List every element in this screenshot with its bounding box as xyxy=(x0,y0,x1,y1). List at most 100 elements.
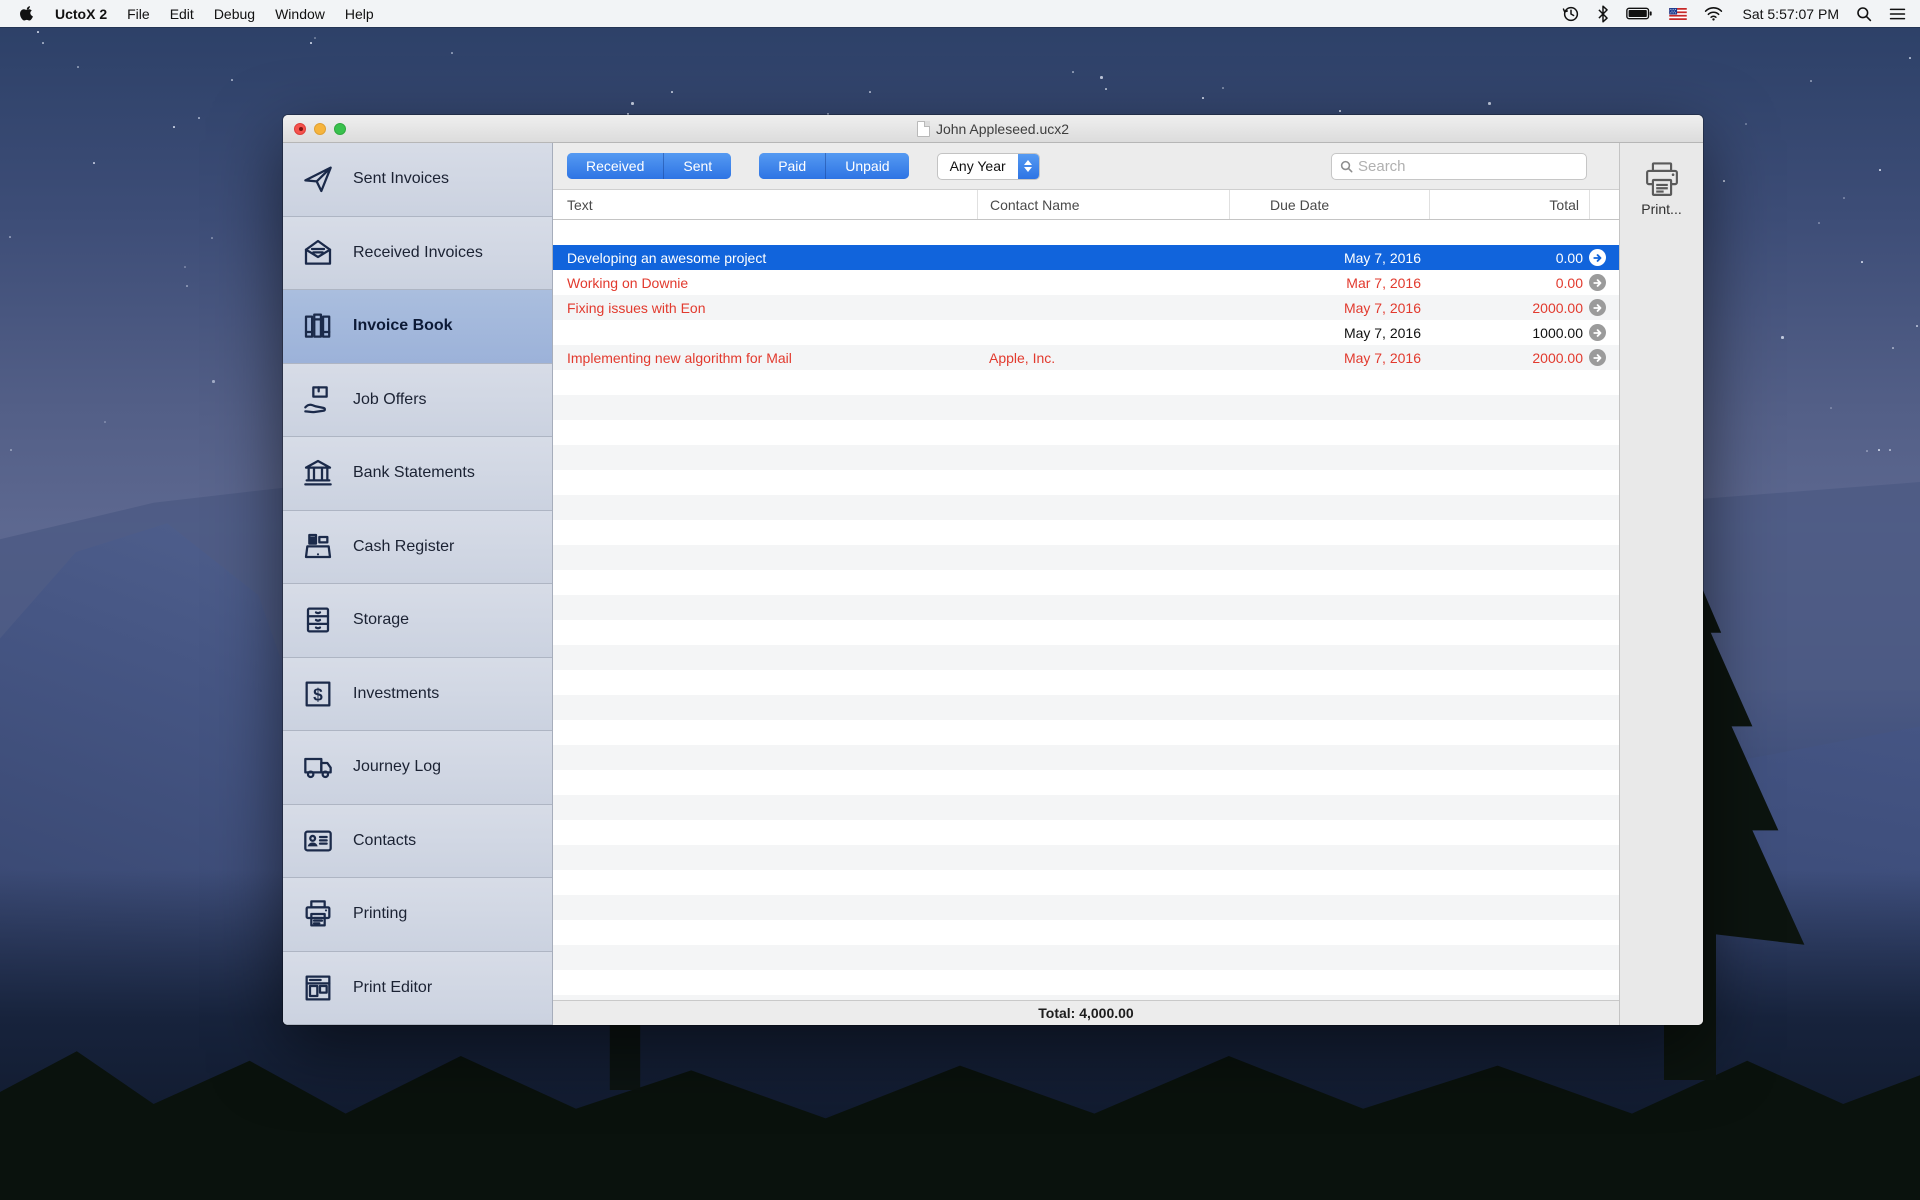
empty-list-row xyxy=(553,745,1619,770)
empty-list-row xyxy=(553,620,1619,645)
year-filter-dropdown[interactable]: Any Year xyxy=(937,153,1040,180)
empty-list-row xyxy=(553,970,1619,995)
empty-list-row xyxy=(553,895,1619,920)
sidebar-item-print-editor[interactable]: Print Editor xyxy=(283,952,552,1026)
sidebar-item-bank-statements[interactable]: Bank Statements xyxy=(283,437,552,511)
sidebar-item-sent-invoices[interactable]: Sent Invoices xyxy=(283,143,552,217)
invoice-row[interactable]: Implementing new algorithm for Mail Apple… xyxy=(553,345,1619,370)
empty-list-row xyxy=(553,570,1619,595)
print-button[interactable]: Print... xyxy=(1641,161,1681,217)
year-filter-value: Any Year xyxy=(938,154,1018,179)
invoice-row[interactable]: Developing an awesome project May 7, 2016… xyxy=(553,245,1619,270)
empty-list-row xyxy=(553,795,1619,820)
invoice-due-date: May 7, 2016 xyxy=(1229,350,1429,366)
received-filter-button[interactable]: Received xyxy=(567,153,663,179)
close-button[interactable] xyxy=(294,123,306,135)
column-header-text[interactable]: Text xyxy=(553,190,977,219)
empty-list-row xyxy=(553,720,1619,745)
empty-list-row xyxy=(553,870,1619,895)
sidebar-item-job-offers[interactable]: Job Offers xyxy=(283,364,552,438)
bluetooth-icon[interactable] xyxy=(1597,5,1609,23)
invoice-text: Developing an awesome project xyxy=(553,250,977,266)
empty-list-row xyxy=(553,395,1619,420)
books-icon xyxy=(300,310,336,342)
sidebar-item-label: Sent Invoices xyxy=(353,170,449,188)
sidebar: Sent Invoices Received Invoices Invoice Bo… xyxy=(283,143,553,1025)
document-icon xyxy=(917,121,930,137)
invoice-row[interactable]: Fixing issues with Eon May 7, 2016 2000.00 xyxy=(553,295,1619,320)
row-detail-arrow-icon[interactable] xyxy=(1589,299,1606,316)
spotlight-icon[interactable] xyxy=(1856,6,1872,22)
apple-menu-icon[interactable] xyxy=(20,5,35,22)
empty-list-row xyxy=(553,695,1619,720)
received-sent-segmented-control: Received Sent xyxy=(567,153,731,179)
invoice-text: Working on Downie xyxy=(553,275,977,291)
time-machine-icon[interactable] xyxy=(1562,5,1580,23)
drawers-icon xyxy=(300,604,336,636)
dollar-square-icon: $ xyxy=(300,678,336,710)
menu-item-debug[interactable]: Debug xyxy=(214,6,255,22)
empty-list-row xyxy=(553,545,1619,570)
invoice-due-date: May 7, 2016 xyxy=(1229,300,1429,316)
row-detail-arrow-icon[interactable] xyxy=(1589,324,1606,341)
menu-item-window[interactable]: Window xyxy=(275,6,325,22)
search-field[interactable] xyxy=(1331,153,1587,180)
menu-item-edit[interactable]: Edit xyxy=(170,6,194,22)
invoice-contact-name: Apple, Inc. xyxy=(977,350,1229,366)
row-detail-arrow-icon[interactable] xyxy=(1589,274,1606,291)
column-header-spacer xyxy=(1589,190,1619,219)
truck-icon xyxy=(300,751,336,783)
window-titlebar[interactable]: John Appleseed.ucx2 xyxy=(283,115,1703,143)
paid-filter-button[interactable]: Paid xyxy=(759,153,825,179)
menu-item-file[interactable]: File xyxy=(127,6,150,22)
column-header-contact-name[interactable]: Contact Name xyxy=(977,190,1229,219)
sidebar-item-storage[interactable]: Storage xyxy=(283,584,552,658)
empty-list-row xyxy=(553,920,1619,945)
minimize-button[interactable] xyxy=(314,123,326,135)
window-title-area: John Appleseed.ucx2 xyxy=(917,121,1069,137)
empty-list-row xyxy=(553,220,1619,245)
column-header-total[interactable]: Total xyxy=(1429,190,1589,219)
notification-center-icon[interactable] xyxy=(1889,7,1906,21)
menu-item-help[interactable]: Help xyxy=(345,6,374,22)
contact-card-icon xyxy=(300,825,336,857)
invoice-total: 2000.00 xyxy=(1429,300,1589,316)
battery-icon[interactable] xyxy=(1626,7,1652,20)
menu-app-name[interactable]: UctoX 2 xyxy=(55,6,107,22)
sent-filter-button[interactable]: Sent xyxy=(663,153,731,179)
empty-list-row xyxy=(553,995,1619,1000)
invoice-row[interactable]: Working on Downie Mar 7, 2016 0.00 xyxy=(553,270,1619,295)
sidebar-item-invoice-book[interactable]: Invoice Book xyxy=(283,290,552,364)
sidebar-item-printing[interactable]: Printing xyxy=(283,878,552,952)
row-detail-arrow-icon[interactable] xyxy=(1589,249,1606,266)
unpaid-filter-button[interactable]: Unpaid xyxy=(825,153,908,179)
invoice-total: 2000.00 xyxy=(1429,350,1589,366)
wifi-icon[interactable] xyxy=(1704,6,1723,21)
sidebar-item-label: Cash Register xyxy=(353,538,454,556)
invoice-row[interactable]: May 7, 2016 1000.00 xyxy=(553,320,1619,345)
sidebar-item-contacts[interactable]: Contacts xyxy=(283,805,552,879)
sidebar-item-journey-log[interactable]: Journey Log xyxy=(283,731,552,805)
paper-plane-icon xyxy=(300,163,336,195)
search-input[interactable] xyxy=(1358,158,1578,175)
invoice-text: Fixing issues with Eon xyxy=(553,300,977,316)
empty-list-row xyxy=(553,770,1619,795)
invoice-total: 0.00 xyxy=(1429,275,1589,291)
sidebar-item-label: Print Editor xyxy=(353,979,432,997)
invoice-due-date: May 7, 2016 xyxy=(1229,250,1429,266)
zoom-button[interactable] xyxy=(334,123,346,135)
sidebar-item-received-invoices[interactable]: Received Invoices xyxy=(283,217,552,291)
empty-list-row xyxy=(553,445,1619,470)
us-flag-icon[interactable] xyxy=(1669,8,1687,20)
sidebar-item-investments[interactable]: $ Investments xyxy=(283,658,552,732)
table-header: Text Contact Name Due Date Total xyxy=(553,190,1619,220)
sidebar-item-label: Journey Log xyxy=(353,758,441,776)
column-header-due-date[interactable]: Due Date xyxy=(1229,190,1429,219)
empty-list-row xyxy=(553,470,1619,495)
sidebar-item-label: Received Invoices xyxy=(353,244,483,262)
empty-list-row xyxy=(553,595,1619,620)
row-detail-arrow-icon[interactable] xyxy=(1589,349,1606,366)
sidebar-item-cash-register[interactable]: Cash Register xyxy=(283,511,552,585)
menu-clock[interactable]: Sat 5:57:07 PM xyxy=(1742,6,1839,22)
empty-list-row xyxy=(553,645,1619,670)
